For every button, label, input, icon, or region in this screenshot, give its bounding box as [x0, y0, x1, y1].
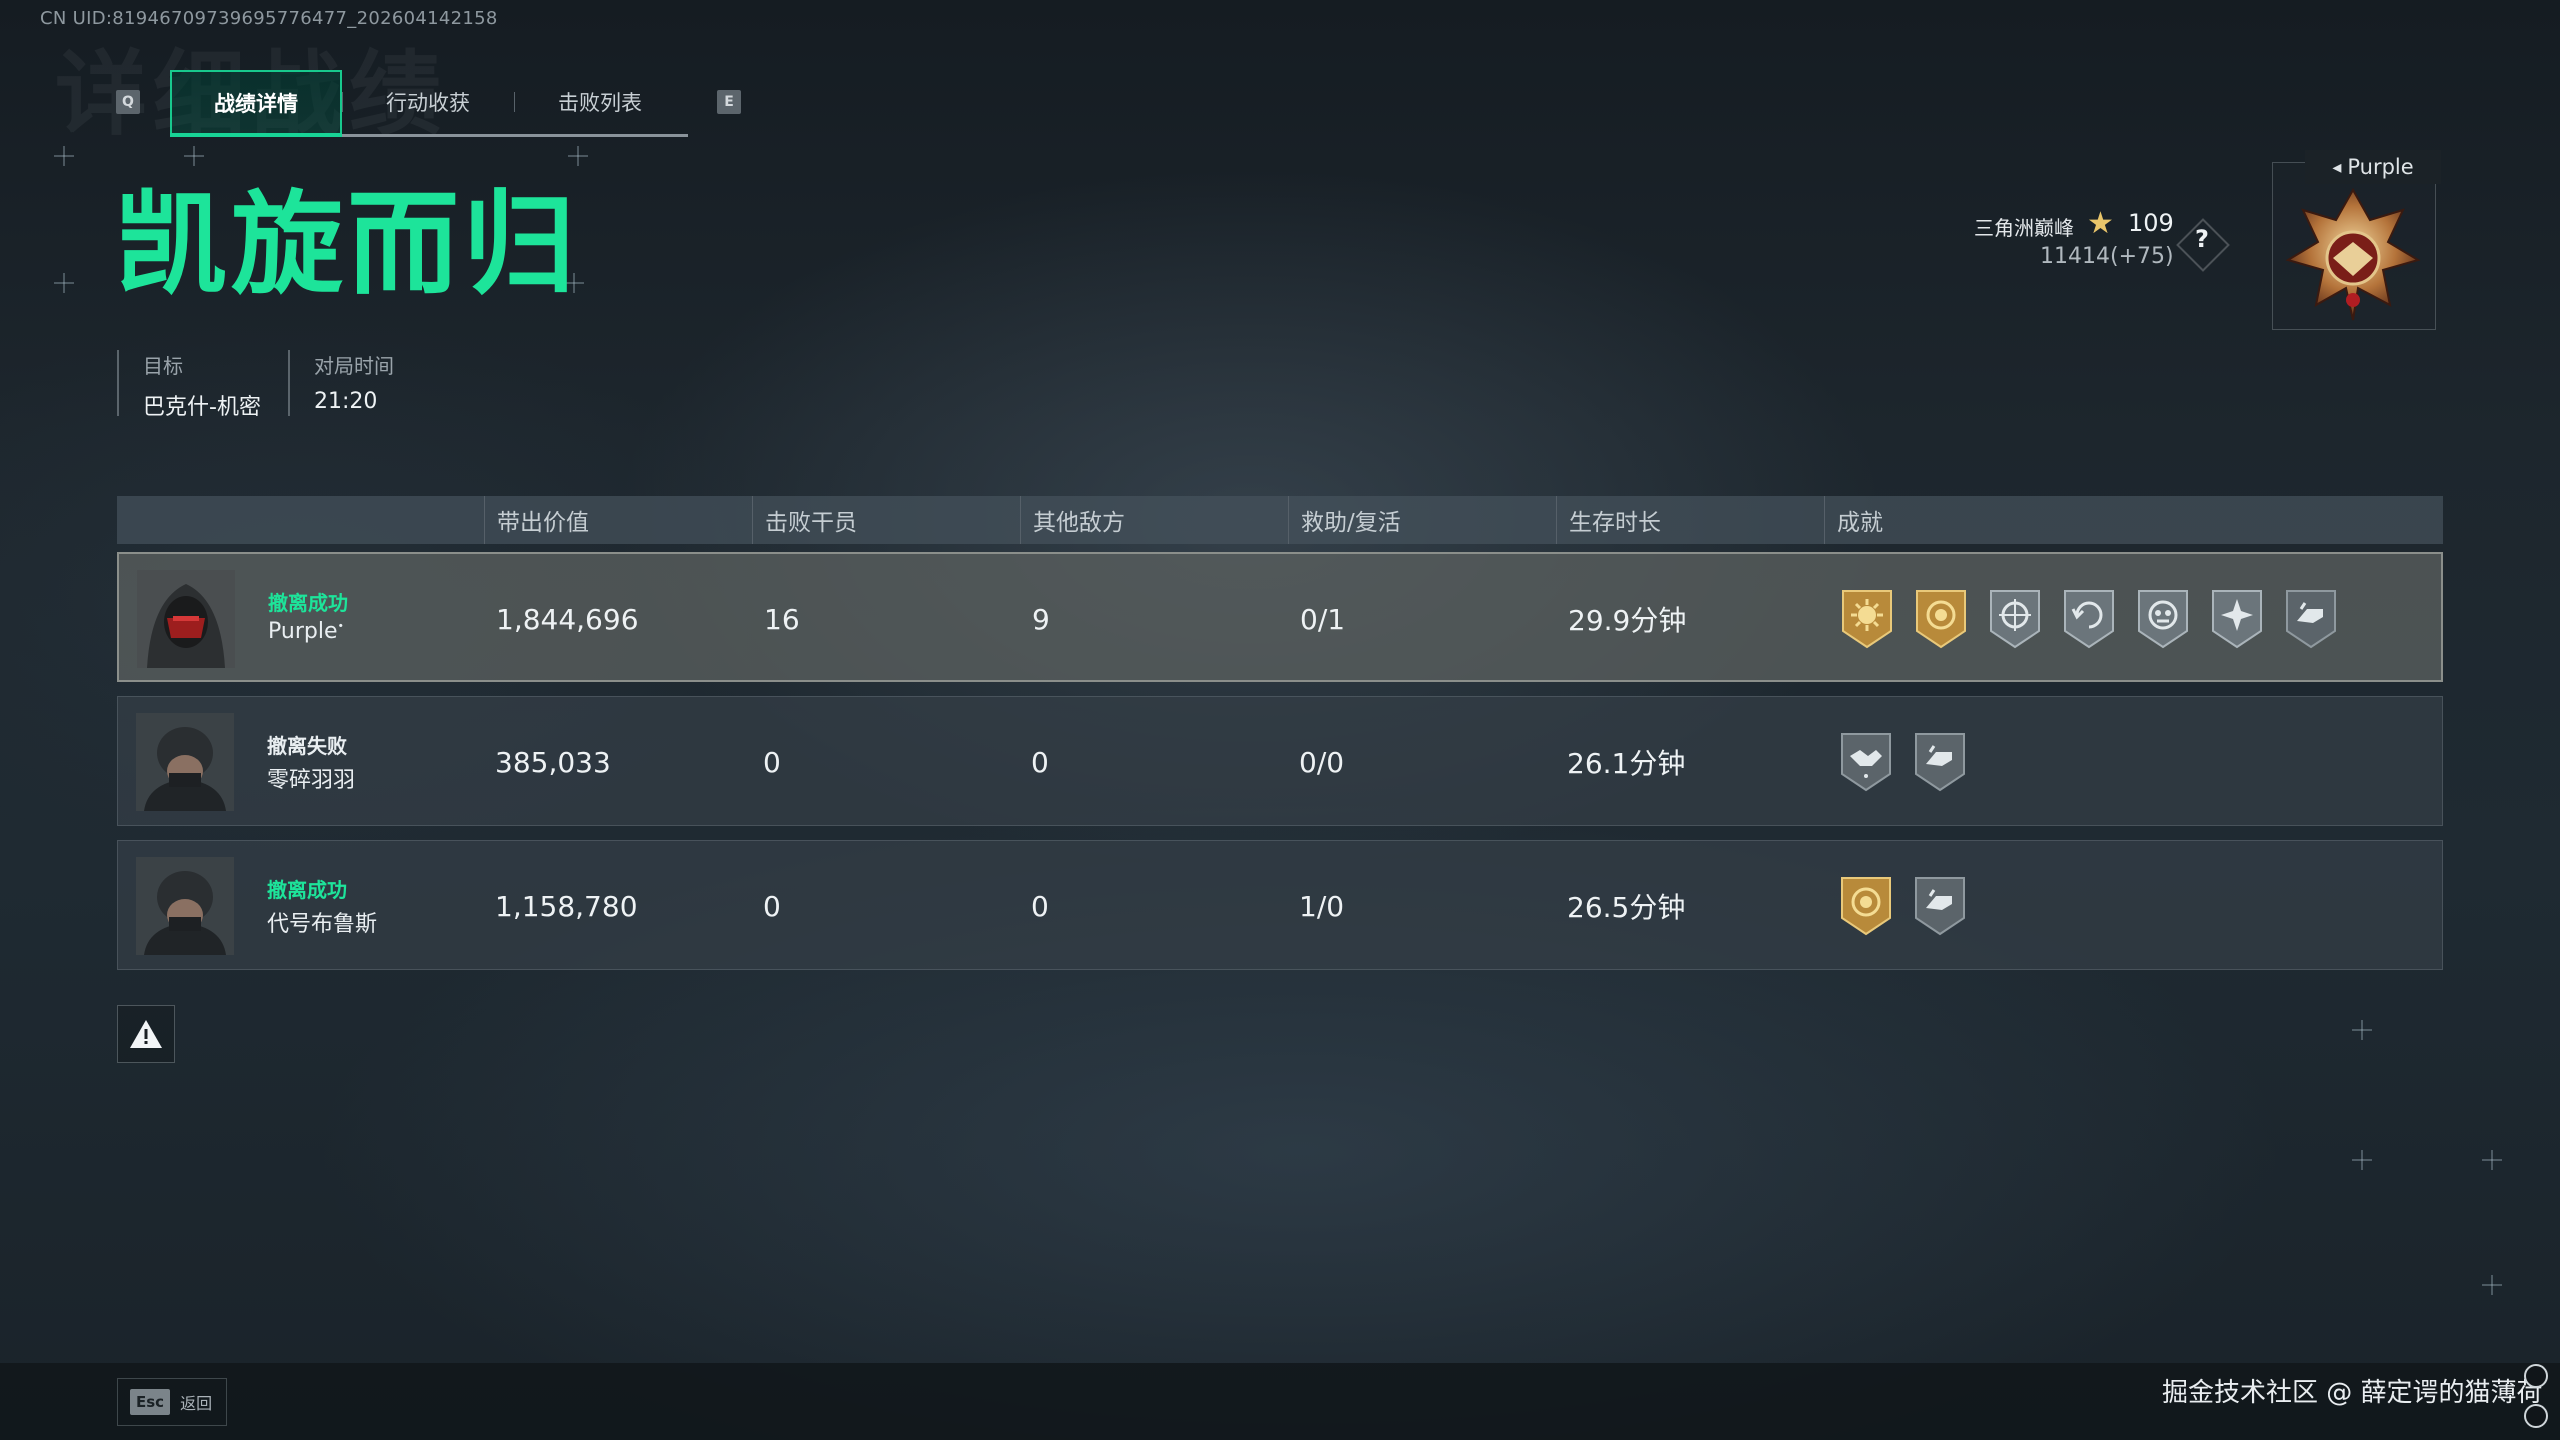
crosshair-mark: [568, 146, 588, 166]
col-kills: 击败干员: [752, 496, 857, 544]
survival-cell: 29.9分钟: [1568, 604, 1687, 637]
player-name: 零碎羽羽: [267, 768, 356, 793]
assist-cell: 0/1: [1300, 602, 1346, 636]
match-time-label: 对局时间: [314, 354, 394, 378]
match-time-info: 对局时间 21:20: [288, 350, 394, 416]
target-value: 巴克什-机密: [143, 395, 261, 420]
avatar: [137, 570, 235, 668]
assist-cell: 1/0: [1299, 889, 1345, 923]
hand-badge-icon[interactable]: [2283, 587, 2339, 651]
tab-loot[interactable]: 行动收获: [342, 70, 514, 134]
achievement-list: [1838, 874, 1968, 938]
table-row[interactable]: 撤离成功 代号布鲁斯 1,158,780 0 0 1/0 26.5分钟: [117, 840, 2443, 970]
achievement-list: [1838, 730, 1968, 794]
col-achievements: 成就: [1824, 496, 1883, 544]
kills-cell: 16: [764, 602, 800, 636]
player-name-text: Purple: [268, 619, 338, 644]
rank-level: 109: [2128, 209, 2174, 237]
col-assist-revive: 救助/复活: [1288, 496, 1401, 544]
hand-badge-icon[interactable]: [1912, 874, 1968, 938]
target-label: 目标: [143, 354, 183, 378]
table-row[interactable]: 撤离失败 零碎羽羽 385,033 0 0 0/0 26.1分钟: [117, 696, 2443, 826]
result-title: 凯旋而归: [115, 180, 579, 310]
col-survival-time: 生存时长: [1556, 496, 1661, 544]
rank-score: 11414(+75): [2040, 244, 2174, 269]
crosshair-mark: [2482, 1275, 2502, 1295]
match-time-value: 21:20: [314, 389, 378, 414]
tab-kill-list[interactable]: 击败列表: [514, 70, 686, 134]
hand-badge-icon[interactable]: [1912, 730, 1968, 794]
target-info: 目标 巴克什-机密: [117, 350, 261, 420]
avatar: [136, 857, 234, 955]
skull-badge-icon[interactable]: [2135, 587, 2191, 651]
coin-gold-badge-icon[interactable]: [1913, 587, 1969, 651]
crosshair-mark: [54, 273, 74, 293]
crosshair-mark: [54, 146, 74, 166]
back-label: 返回: [180, 1394, 213, 1413]
value-cell: 1,844,696: [496, 602, 639, 636]
value-cell: 385,033: [495, 745, 611, 779]
value-cell: 1,158,780: [495, 889, 638, 923]
next-tab-key[interactable]: E: [717, 90, 741, 114]
other-enemies-cell: 0: [1031, 889, 1049, 923]
sun-gold-badge-icon[interactable]: [1839, 587, 1895, 651]
crosshair-mark: [184, 146, 204, 166]
tab-bar: 战绩详情 行动收获 击败列表: [170, 70, 688, 137]
rank-name: 三角洲巅峰: [1974, 216, 2074, 240]
rank-emblem-icon[interactable]: [2278, 180, 2428, 330]
coin-gold-badge-icon[interactable]: [1838, 874, 1894, 938]
report-warning-button[interactable]: [117, 1005, 175, 1063]
survival-cell: 26.5分钟: [1567, 891, 1686, 924]
extraction-status: 撤离失败: [267, 734, 347, 758]
player-name: 代号布鲁斯: [267, 912, 378, 937]
col-other-enemies: 其他敌方: [1020, 496, 1125, 544]
crosshair-badge-icon[interactable]: [1987, 587, 2043, 651]
crosshair-mark: [2482, 1150, 2502, 1170]
esc-key: Esc: [130, 1389, 171, 1415]
microphone-icon[interactable]: [2524, 1364, 2548, 1388]
assist-cell: 0/0: [1299, 745, 1345, 779]
help-icon[interactable]: ?: [2190, 225, 2214, 259]
col-value: 带出价值: [484, 496, 589, 544]
table-row[interactable]: 撤离成功 Purple• 1,844,696 16 9 0/1 29.9分钟: [117, 552, 2443, 682]
kills-cell: 0: [763, 745, 781, 779]
rank-badge-player: ◂ Purple: [2305, 150, 2441, 184]
star-burst-badge-icon[interactable]: [2209, 587, 2265, 651]
player-name: Purple•: [268, 619, 344, 644]
other-enemies-cell: 9: [1032, 602, 1050, 636]
settings-icon[interactable]: [2524, 1404, 2548, 1428]
star-icon: ★: [2087, 206, 2114, 241]
other-enemies-cell: 0: [1031, 745, 1049, 779]
table-header: 带出价值 击败干员 其他敌方 救助/复活 生存时长 成就: [117, 496, 2443, 544]
uid-text: CN UID:8194670973969577647​7_20260414215…: [40, 8, 498, 29]
rank-badge-player-name: Purple: [2347, 155, 2414, 179]
back-button[interactable]: Esc 返回: [117, 1378, 227, 1426]
warning-icon: [130, 1020, 162, 1048]
crosshair-mark: [2352, 1020, 2372, 1040]
watermark-text: 掘金技术社区 @ 薛定谔的猫薄荷: [2162, 1378, 2543, 1408]
crosshair-mark: [2352, 1150, 2372, 1170]
arrow-left-icon: ◂: [2332, 156, 2342, 178]
achievement-list: [1839, 587, 2339, 651]
avatar: [136, 713, 234, 811]
survival-cell: 26.1分钟: [1567, 747, 1686, 780]
reload-badge-icon[interactable]: [2061, 587, 2117, 651]
extraction-status: 撤离成功: [267, 878, 347, 902]
prev-tab-key[interactable]: Q: [116, 90, 140, 114]
tab-battle-details[interactable]: 战绩详情: [170, 70, 342, 137]
kills-cell: 0: [763, 889, 781, 923]
handshake-badge-icon[interactable]: [1838, 730, 1894, 794]
extraction-status: 撤离成功: [268, 591, 348, 615]
